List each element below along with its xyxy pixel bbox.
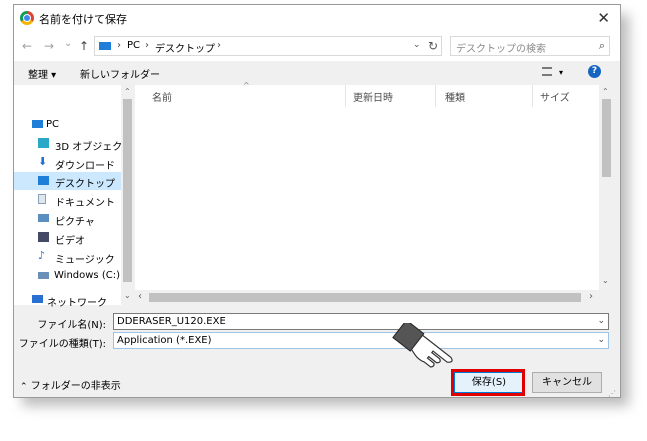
- file-list[interactable]: 名前 ^ 更新日時 種類 サイズ: [135, 81, 599, 290]
- hide-folders-toggle[interactable]: ⌃ フォルダーの非表示: [20, 377, 121, 392]
- music-icon: ♪: [38, 249, 46, 262]
- view-options-icon[interactable]: [542, 67, 552, 76]
- search-icon: ⌕: [598, 39, 605, 52]
- up-button[interactable]: ↑: [79, 39, 89, 53]
- sidebar-item-desktop[interactable]: デスクトップ: [14, 172, 121, 190]
- breadcrumb-separator: ›: [145, 40, 149, 51]
- refresh-button[interactable]: ↻: [428, 39, 438, 53]
- drive-icon: [38, 272, 49, 279]
- scroll-up-icon[interactable]: ⌃: [602, 87, 609, 96]
- search-placeholder: デスクトップの検索: [456, 44, 546, 55]
- scrollbar-thumb[interactable]: [602, 99, 611, 177]
- pictures-icon: [38, 214, 49, 222]
- title-bar: 名前を付けて保存 ✕: [14, 5, 620, 31]
- sidebar-item-label: ネットワーク: [47, 298, 107, 309]
- scroll-down-icon[interactable]: ⌄: [602, 276, 609, 285]
- forward-button[interactable]: →: [44, 39, 54, 53]
- scrollbar-thumb[interactable]: [149, 293, 581, 302]
- pointing-hand-icon: [392, 323, 453, 368]
- column-header-size[interactable]: サイズ: [540, 89, 570, 104]
- sidebar-item-label: デスクトップ: [55, 179, 115, 190]
- search-box[interactable]: デスクトップの検索 ⌕: [450, 36, 610, 56]
- sidebar-item-label: Windows (C:): [54, 270, 120, 281]
- pc-icon: [32, 120, 43, 128]
- breadcrumb-pc[interactable]: PC: [127, 40, 140, 51]
- filetype-value: Application (*.EXE): [117, 335, 212, 346]
- column-header-modified[interactable]: 更新日時: [353, 89, 393, 104]
- sidebar-item-pc[interactable]: PC: [32, 116, 132, 134]
- breadcrumb-separator: ›: [117, 40, 121, 51]
- navigation-scrollbar[interactable]: ⌃ ⌄: [121, 85, 134, 305]
- desktop-icon: [38, 176, 49, 185]
- sidebar-item-label: ピクチャ: [55, 217, 95, 228]
- sidebar-item-label: ビデオ: [55, 236, 85, 247]
- navigation-bar: ← → ⌄ ↑ › PC › デスクトップ › ⌄ ↻ デスクトップの検索 ⌕: [14, 31, 620, 61]
- sidebar-item-label: ドキュメント: [55, 198, 115, 209]
- save-as-dialog: 名前を付けて保存 ✕ ← → ⌄ ↑ › PC › デスクトップ › ⌄ ↻ デ…: [13, 4, 621, 398]
- address-bar[interactable]: › PC › デスクトップ › ⌄: [94, 36, 442, 56]
- scroll-left-icon[interactable]: ‹: [138, 291, 142, 302]
- document-icon: [38, 194, 46, 204]
- breadcrumb-separator[interactable]: ›: [217, 40, 221, 51]
- column-divider[interactable]: [345, 85, 346, 107]
- sidebar-item-label: ミュージック: [55, 255, 115, 266]
- hide-folders-label: フォルダーの非表示: [30, 381, 121, 392]
- horizontal-scrollbar[interactable]: ‹ ›: [135, 290, 599, 305]
- close-button[interactable]: ✕: [597, 9, 610, 27]
- new-folder-button[interactable]: 新しいフォルダー: [80, 66, 160, 81]
- address-dropdown-icon[interactable]: ⌄: [413, 40, 421, 50]
- filename-field[interactable]: DDERASER_U120.EXE ⌄: [113, 313, 609, 330]
- sidebar-item-network[interactable]: ネットワーク: [32, 291, 132, 309]
- scroll-down-icon[interactable]: ⌄: [124, 291, 131, 300]
- help-button[interactable]: ?: [588, 65, 601, 78]
- filetype-select[interactable]: Application (*.EXE) ⌄: [113, 332, 609, 349]
- filename-dropdown-icon[interactable]: ⌄: [597, 316, 605, 326]
- scroll-up-icon[interactable]: ⌃: [124, 87, 131, 96]
- back-button[interactable]: ←: [22, 39, 32, 53]
- column-divider[interactable]: [435, 85, 436, 107]
- column-header-name[interactable]: 名前: [152, 89, 172, 104]
- chrome-icon: [20, 11, 34, 25]
- pc-icon: [99, 42, 111, 50]
- sidebar-item-label: ダウンロード: [55, 161, 115, 172]
- filename-label: ファイル名(N):: [37, 320, 106, 331]
- filename-value: DDERASER_U120.EXE: [117, 316, 226, 327]
- sidebar-item-label: PC: [46, 119, 60, 130]
- network-icon: [32, 295, 43, 303]
- column-divider[interactable]: [532, 85, 533, 107]
- scroll-right-icon[interactable]: ›: [589, 291, 593, 302]
- breadcrumb-desktop[interactable]: デスクトップ: [155, 40, 215, 55]
- organize-button[interactable]: 整理 ▾: [28, 66, 56, 81]
- filetype-dropdown-icon[interactable]: ⌄: [597, 335, 605, 345]
- cube-icon: [38, 138, 49, 148]
- column-header-type[interactable]: 種類: [445, 89, 465, 104]
- file-list-scrollbar[interactable]: ⌃ ⌄: [599, 85, 613, 290]
- resize-grip-icon[interactable]: ⋰: [608, 389, 616, 397]
- toolbar: 整理 ▾ 新しいフォルダー ▾ ?: [14, 61, 620, 85]
- chevron-up-icon: ⌃: [20, 382, 28, 392]
- view-dropdown[interactable]: ▾: [559, 68, 563, 77]
- recent-locations-button[interactable]: ⌄: [64, 38, 72, 49]
- video-icon: [38, 232, 49, 242]
- navigation-pane: PC 3D オブジェクト ⬇ ダウンロード デスクトップ ドキュメント ピクチャ…: [14, 85, 134, 309]
- cancel-button[interactable]: キャンセル: [532, 372, 602, 393]
- window-title: 名前を付けて保存: [39, 13, 127, 26]
- sort-indicator-icon: ^: [243, 81, 250, 90]
- scrollbar-thumb[interactable]: [123, 99, 132, 282]
- download-icon: ⬇: [38, 155, 48, 168]
- filetype-label: ファイルの種類(T):: [18, 339, 106, 350]
